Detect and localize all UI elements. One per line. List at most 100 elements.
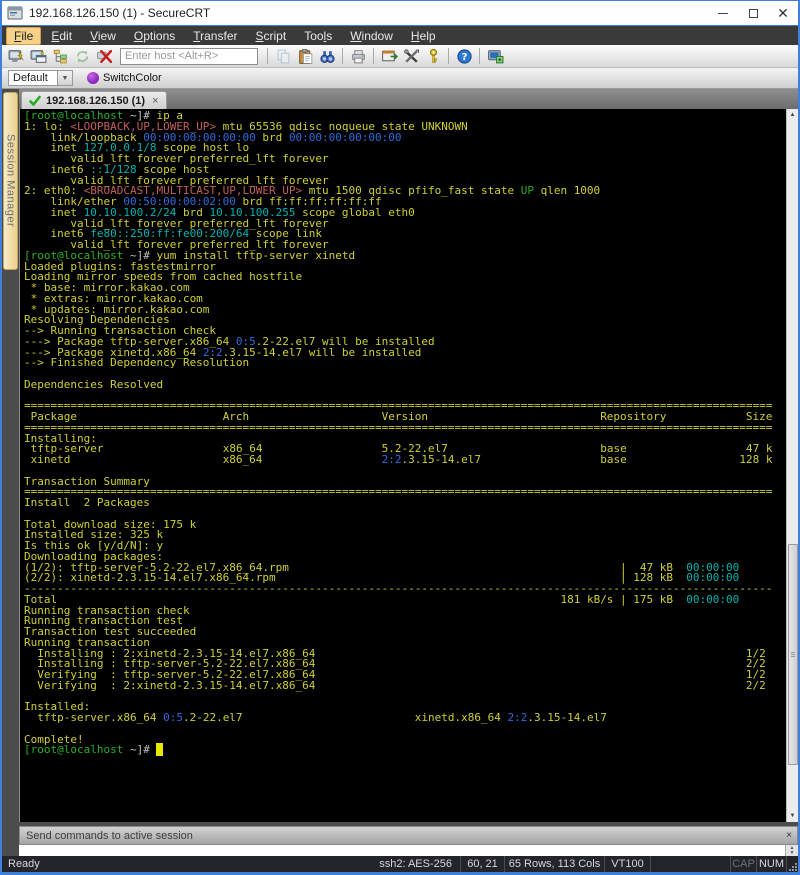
color-ball-icon xyxy=(87,72,99,84)
help-button[interactable]: ? xyxy=(454,47,474,66)
find-button[interactable] xyxy=(317,47,337,66)
toolbar-separator xyxy=(373,48,374,64)
terminal-scrollbar[interactable]: ▲ ▼ xyxy=(786,109,798,822)
scrollbar-up-icon[interactable]: ▲ xyxy=(787,109,798,121)
menu-item-edit[interactable]: Edit xyxy=(43,27,80,45)
terminal-line: [root@localhost ~]# xyxy=(24,745,786,756)
send-commands-bar[interactable]: Send commands to active session × xyxy=(19,826,798,845)
maximize-icon xyxy=(749,9,758,18)
terminal-line: Install 2 Packages xyxy=(24,498,786,509)
session-manager-button[interactable] xyxy=(50,47,70,66)
disconnect-button[interactable] xyxy=(94,47,114,66)
content-column: 192.168.126.150 (1) × [root@localhost ~]… xyxy=(19,89,798,856)
send-command-input[interactable] xyxy=(19,845,785,856)
menu-bar: FileEditViewOptionsTransferScriptToolsWi… xyxy=(2,25,798,45)
keymap-button[interactable] xyxy=(423,47,443,66)
scrollbar-down-icon[interactable]: ▼ xyxy=(787,810,798,822)
close-button[interactable]: ✕ xyxy=(768,1,798,25)
global-options-button[interactable] xyxy=(401,47,421,66)
status-spacer xyxy=(650,856,730,872)
send-bar-close-icon[interactable]: × xyxy=(781,830,797,841)
scrollbar-grip xyxy=(791,654,795,655)
connect-dialog-button[interactable] xyxy=(28,47,48,66)
switch-color-button[interactable]: SwitchColor xyxy=(83,71,166,85)
menu-item-options[interactable]: Options xyxy=(126,27,183,45)
status-emulation: VT100 xyxy=(604,856,650,872)
chevron-down-icon[interactable]: ▼ xyxy=(58,70,73,86)
maximize-button[interactable] xyxy=(738,1,768,25)
terminal-line: tftp-server.x86_64 0:5.2-22.el7 xinetd.x… xyxy=(24,713,786,724)
send-input-spinner[interactable]: ▲▼ xyxy=(785,845,798,856)
session-options-icon xyxy=(381,48,398,65)
reconnect-button[interactable] xyxy=(72,47,92,66)
quick-connect-button[interactable] xyxy=(6,47,26,66)
menu-item-window[interactable]: Window xyxy=(342,27,401,45)
quick-connect-icon xyxy=(8,48,25,65)
resize-grip-dots xyxy=(788,862,797,871)
send-commands-label: Send commands to active session xyxy=(20,830,781,842)
securecrt-window: 192.168.126.150 (1) - SecureCRT ✕ FileEd… xyxy=(0,0,800,875)
terminal-line: Dependencies Resolved xyxy=(24,380,786,391)
connect-dialog-icon xyxy=(30,48,47,65)
main-area: Session Manager 192.168.126.150 (1) × [r… xyxy=(2,89,798,856)
session-options-button[interactable] xyxy=(379,47,399,66)
host-input[interactable] xyxy=(120,48,258,65)
terminal-line: xinetd x86_64 2:2.3.15-14.el7 base 128 k xyxy=(24,455,786,466)
tab-bar: 192.168.126.150 (1) × xyxy=(19,89,798,109)
copy-icon xyxy=(275,48,292,65)
session-tab[interactable]: 192.168.126.150 (1) × xyxy=(21,91,167,109)
minimize-icon xyxy=(718,13,728,14)
toolbar-separator xyxy=(479,48,480,64)
send-input-row: ▲▼ xyxy=(19,845,798,856)
status-protocol: ssh2: AES-256 xyxy=(280,856,460,872)
toolbar-separator xyxy=(267,48,268,64)
status-caps-lock: CAP xyxy=(730,856,756,872)
title-bar: 192.168.126.150 (1) - SecureCRT ✕ xyxy=(2,1,798,25)
paste-icon xyxy=(297,48,314,65)
spinner-down-icon: ▼ xyxy=(790,851,795,856)
terminal-line xyxy=(24,692,786,703)
global-options-icon xyxy=(403,48,420,65)
reconnect-icon xyxy=(74,48,91,65)
copy-button[interactable] xyxy=(273,47,293,66)
print-button[interactable] xyxy=(348,47,368,66)
print-icon xyxy=(350,48,367,65)
firewall-combo[interactable]: Default ▼ xyxy=(8,70,73,86)
menu-item-view[interactable]: View xyxy=(82,27,124,45)
menu-item-script[interactable]: Script xyxy=(248,27,295,45)
find-icon xyxy=(319,48,336,65)
app-icon xyxy=(7,5,23,21)
session-manager-tab-label: Session Manager xyxy=(5,134,17,227)
session-tab-label: 192.168.126.150 (1) xyxy=(46,95,145,107)
menu-item-tools[interactable]: Tools xyxy=(296,27,340,45)
menu-item-file[interactable]: File xyxy=(6,27,41,45)
terminal-output[interactable]: [root@localhost ~]# ip a1: lo: <LOOPBACK… xyxy=(20,109,786,822)
terminal-line: --> Finished Dependency Resolution xyxy=(24,358,786,369)
status-cursor-position: 60, 21 xyxy=(460,856,504,872)
window-title: 192.168.126.150 (1) - SecureCRT xyxy=(29,6,708,20)
terminal-line: Verifying : 2:xinetd-2.3.15-14.el7.x86_6… xyxy=(24,681,786,692)
connected-check-icon xyxy=(29,95,41,107)
keymap-icon xyxy=(425,48,442,65)
menu-item-help[interactable]: Help xyxy=(403,27,444,45)
clone-session-icon xyxy=(487,48,504,65)
secondary-toolbar: Default ▼ SwitchColor xyxy=(2,68,798,89)
main-toolbar: ? xyxy=(2,45,798,68)
scrollbar-thumb[interactable] xyxy=(788,544,798,765)
toolbar-separator xyxy=(448,48,449,64)
clone-session-button[interactable] xyxy=(485,47,505,66)
terminal-row: [root@localhost ~]# ip a1: lo: <LOOPBACK… xyxy=(19,109,798,822)
terminal-line xyxy=(24,724,786,735)
status-ready: Ready xyxy=(2,856,280,872)
session-manager-tab[interactable]: Session Manager xyxy=(3,92,18,270)
resize-grip[interactable] xyxy=(786,856,798,872)
paste-button[interactable] xyxy=(295,47,315,66)
minimize-button[interactable] xyxy=(708,1,738,25)
toolbar-separator xyxy=(342,48,343,64)
terminal-cursor xyxy=(156,743,163,756)
menu-item-transfer[interactable]: Transfer xyxy=(185,27,245,45)
tab-close-icon[interactable]: × xyxy=(152,95,158,107)
status-bar: Ready ssh2: AES-256 60, 21 65 Rows, 113 … xyxy=(2,856,798,872)
status-num-lock: NUM xyxy=(756,856,786,872)
svg-text:?: ? xyxy=(461,52,467,63)
